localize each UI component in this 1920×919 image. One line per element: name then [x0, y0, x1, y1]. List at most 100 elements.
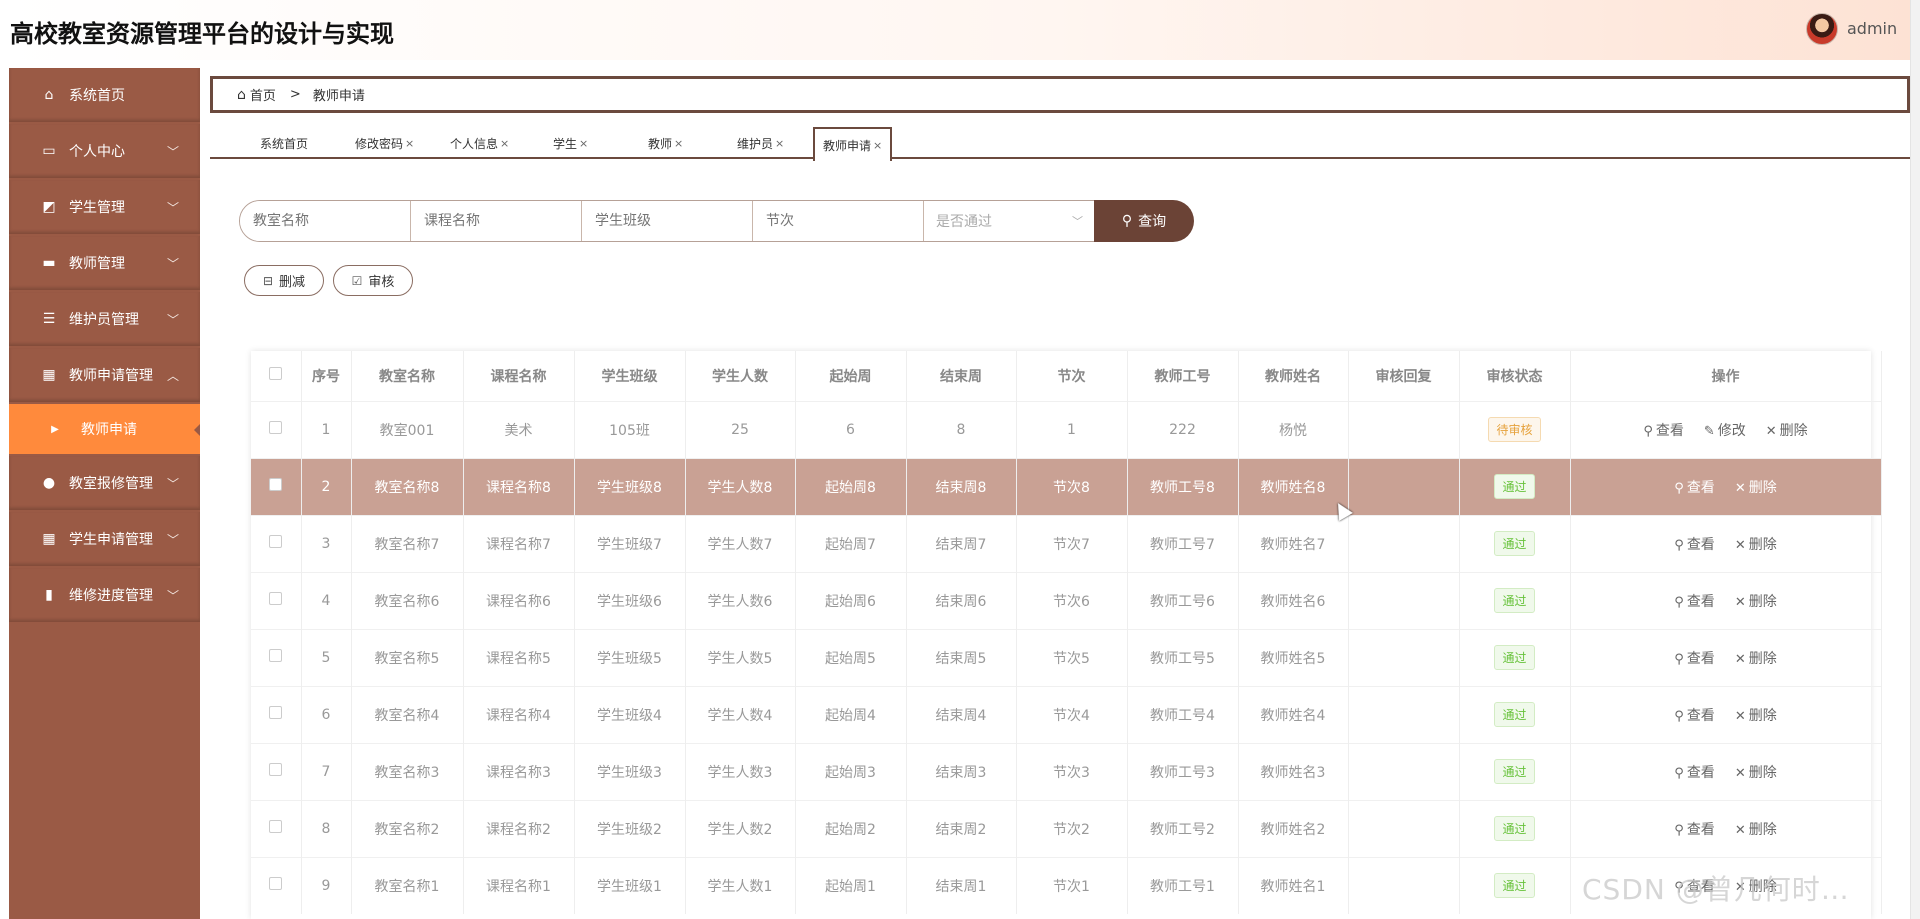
table-row[interactable]: 8 教室名称2 课程名称2 学生班级2 学生人数2 起始周2 结束周2 节次2 教师工号2 教师姓…: [251, 799, 1882, 857]
row-select-cell[interactable]: [251, 799, 302, 857]
page-scrollbar[interactable]: [1910, 0, 1920, 919]
home-icon[interactable]: ⌂: [237, 87, 246, 103]
classroom-name-input[interactable]: [240, 201, 411, 241]
course-name-input[interactable]: [411, 201, 582, 241]
tab-maintainer[interactable]: 维护员 ×: [737, 127, 784, 159]
table-cell-reply: [1348, 457, 1460, 515]
table-row[interactable]: 3 教室名称7 课程名称7 学生班级7 学生人数7 起始周7 结束周7 节次7 教师工号7 教师姓…: [251, 514, 1882, 572]
audit-button[interactable]: ☑ 审核: [333, 265, 413, 296]
delete-button[interactable]: ✕ 删除: [1735, 822, 1777, 838]
row-checkbox[interactable]: [269, 649, 283, 662]
table-cell-no: 4: [301, 571, 352, 629]
section-input[interactable]: [753, 201, 924, 241]
table-cell-start: 起始周4: [795, 685, 907, 743]
delete-button[interactable]: ✕ 删除: [1735, 708, 1777, 724]
delete-button[interactable]: ✕ 删除: [1735, 765, 1777, 781]
view-button[interactable]: ⚲ 查看: [1674, 765, 1715, 781]
sidebar-item-home[interactable]: ⌂ 系统首页: [9, 68, 200, 122]
tab-student[interactable]: 学生 ×: [553, 127, 588, 159]
row-checkbox[interactable]: [269, 421, 283, 434]
row-select-cell[interactable]: [251, 856, 302, 914]
close-icon[interactable]: ×: [579, 137, 588, 150]
tab-change-password[interactable]: 修改密码 ×: [355, 127, 414, 159]
select-all-checkbox[interactable]: [269, 367, 283, 381]
table-row[interactable]: 1 教室001 美术 105班 25 6 8 1 222 杨悦 待审核 ⚲ 查看 ✎ 修改 ✕ 删除: [251, 400, 1882, 458]
delete-button[interactable]: ✕ 删除: [1735, 537, 1777, 553]
row-select-cell[interactable]: [251, 457, 302, 515]
table-cell-count: 学生人数1: [685, 856, 796, 914]
sidebar-item-student-mgmt[interactable]: ◩ 学生管理 ﹀: [9, 180, 200, 234]
close-icon: ✕: [1734, 651, 1746, 667]
table-cell-end: 8: [906, 400, 1017, 458]
row-checkbox[interactable]: [269, 592, 283, 605]
row-checkbox[interactable]: [269, 706, 283, 719]
delete-batch-button[interactable]: ⊟ 删减: [244, 265, 324, 296]
row-select-cell[interactable]: [251, 400, 302, 458]
tab-personal-info[interactable]: 个人信息 ×: [450, 127, 509, 159]
view-button[interactable]: ⚲ 查看: [1674, 708, 1715, 724]
view-button[interactable]: ⚲ 查看: [1674, 822, 1715, 838]
view-button[interactable]: ⚲ 查看: [1674, 537, 1715, 553]
tab-teacher-apply[interactable]: 教师申请 ×: [813, 127, 893, 161]
table-row[interactable]: 7 教室名称3 课程名称3 学生班级3 学生人数3 起始周3 结束周3 节次3 教师工号3 教师姓…: [251, 742, 1882, 800]
delete-button[interactable]: ✕ 删除: [1735, 480, 1777, 496]
row-select-cell[interactable]: [251, 685, 302, 743]
breadcrumb-home[interactable]: 首页: [250, 85, 276, 104]
delete-button-label: 删除: [1748, 707, 1777, 724]
sidebar-item-repair-progress-mgmt[interactable]: ▮ 维修进度管理 ﹀: [9, 568, 200, 622]
row-checkbox[interactable]: [269, 763, 283, 776]
tab-teacher[interactable]: 教师 ×: [648, 127, 683, 159]
table-row[interactable]: 2 教室名称8 课程名称8 学生班级8 学生人数8 起始周8 结束周8 节次8 教师工号8 教师姓…: [251, 457, 1882, 515]
delete-button[interactable]: ✕ 删除: [1735, 651, 1777, 667]
sidebar-item-personal-center[interactable]: ▭ 个人中心 ﹀: [9, 124, 200, 178]
row-select-cell[interactable]: [251, 742, 302, 800]
query-button[interactable]: ⚲ 查询: [1094, 200, 1194, 242]
table-cell-start: 起始周1: [795, 856, 907, 914]
row-checkbox[interactable]: [269, 820, 283, 833]
row-checkbox[interactable]: [269, 478, 283, 491]
edit-button[interactable]: ✎ 修改: [1704, 423, 1746, 439]
delete-button[interactable]: ✕ 删除: [1766, 423, 1808, 439]
table-cell-count: 学生人数2: [685, 799, 796, 857]
sidebar-item-maintainer-mgmt[interactable]: ☰ 维护员管理 ﹀: [9, 292, 200, 346]
table-row[interactable]: 6 教室名称4 课程名称4 学生班级4 学生人数4 起始周4 结束周4 节次4 教师工号4 教师姓…: [251, 685, 1882, 743]
table-cell-course: 课程名称5: [463, 628, 575, 686]
sidebar-item-teacher-mgmt[interactable]: ▬ 教师管理 ﹀: [9, 236, 200, 290]
close-icon[interactable]: ×: [405, 137, 414, 150]
row-checkbox[interactable]: [269, 877, 283, 891]
tab-label: 教师申请: [823, 138, 872, 153]
column-header: 教师姓名: [1238, 351, 1349, 401]
view-button[interactable]: ⚲ 查看: [1643, 423, 1684, 439]
close-icon[interactable]: ×: [500, 137, 509, 150]
close-icon[interactable]: ×: [674, 137, 683, 150]
sidebar-item-student-apply-mgmt[interactable]: ▦ 学生申请管理 ﹀: [9, 512, 200, 566]
view-button[interactable]: ⚲ 查看: [1674, 480, 1715, 496]
table-row[interactable]: 5 教室名称5 课程名称5 学生班级5 学生人数5 起始周5 结束周5 节次5 教师工号5 教师姓…: [251, 628, 1882, 686]
row-checkbox[interactable]: [269, 535, 283, 548]
table-cell-classroom: 教室名称1: [351, 856, 464, 914]
passed-select[interactable]: 是否通过 ﹀: [924, 201, 1095, 241]
tab-home[interactable]: 系统首页: [260, 127, 308, 159]
sidebar-item-teacher-apply-mgmt[interactable]: ▦ 教师申请管理 ︿: [9, 348, 200, 402]
table-cell-end: 结束周7: [906, 514, 1017, 572]
student-class-input[interactable]: [582, 201, 753, 241]
view-button[interactable]: ⚲ 查看: [1674, 651, 1715, 667]
row-select-cell[interactable]: [251, 514, 302, 572]
user-name[interactable]: admin: [1847, 19, 1897, 38]
close-icon[interactable]: ×: [873, 139, 882, 152]
row-select-cell[interactable]: [251, 571, 302, 629]
table-cell-no: 2: [301, 457, 352, 515]
table-cell-end: 结束周8: [906, 457, 1017, 515]
search-icon: ⚲: [1674, 651, 1684, 667]
sidebar-item-repair-mgmt[interactable]: ● 教室报修管理 ﹀: [9, 456, 200, 510]
sidebar-subitem-teacher-apply[interactable]: ▶ 教师申请: [9, 404, 200, 454]
close-icon[interactable]: ×: [775, 137, 784, 150]
select-all-cell[interactable]: [251, 351, 302, 401]
table-row[interactable]: 4 教室名称6 课程名称6 学生班级6 学生人数6 起始周6 结束周6 节次6 教师工号6 教师姓…: [251, 571, 1882, 629]
search-icon: ⚲: [1643, 423, 1653, 439]
row-select-cell[interactable]: [251, 628, 302, 686]
delete-button[interactable]: ✕ 删除: [1735, 594, 1777, 610]
table-cell-end: 结束周4: [906, 685, 1017, 743]
view-button[interactable]: ⚲ 查看: [1674, 594, 1715, 610]
user-avatar[interactable]: [1806, 13, 1838, 45]
